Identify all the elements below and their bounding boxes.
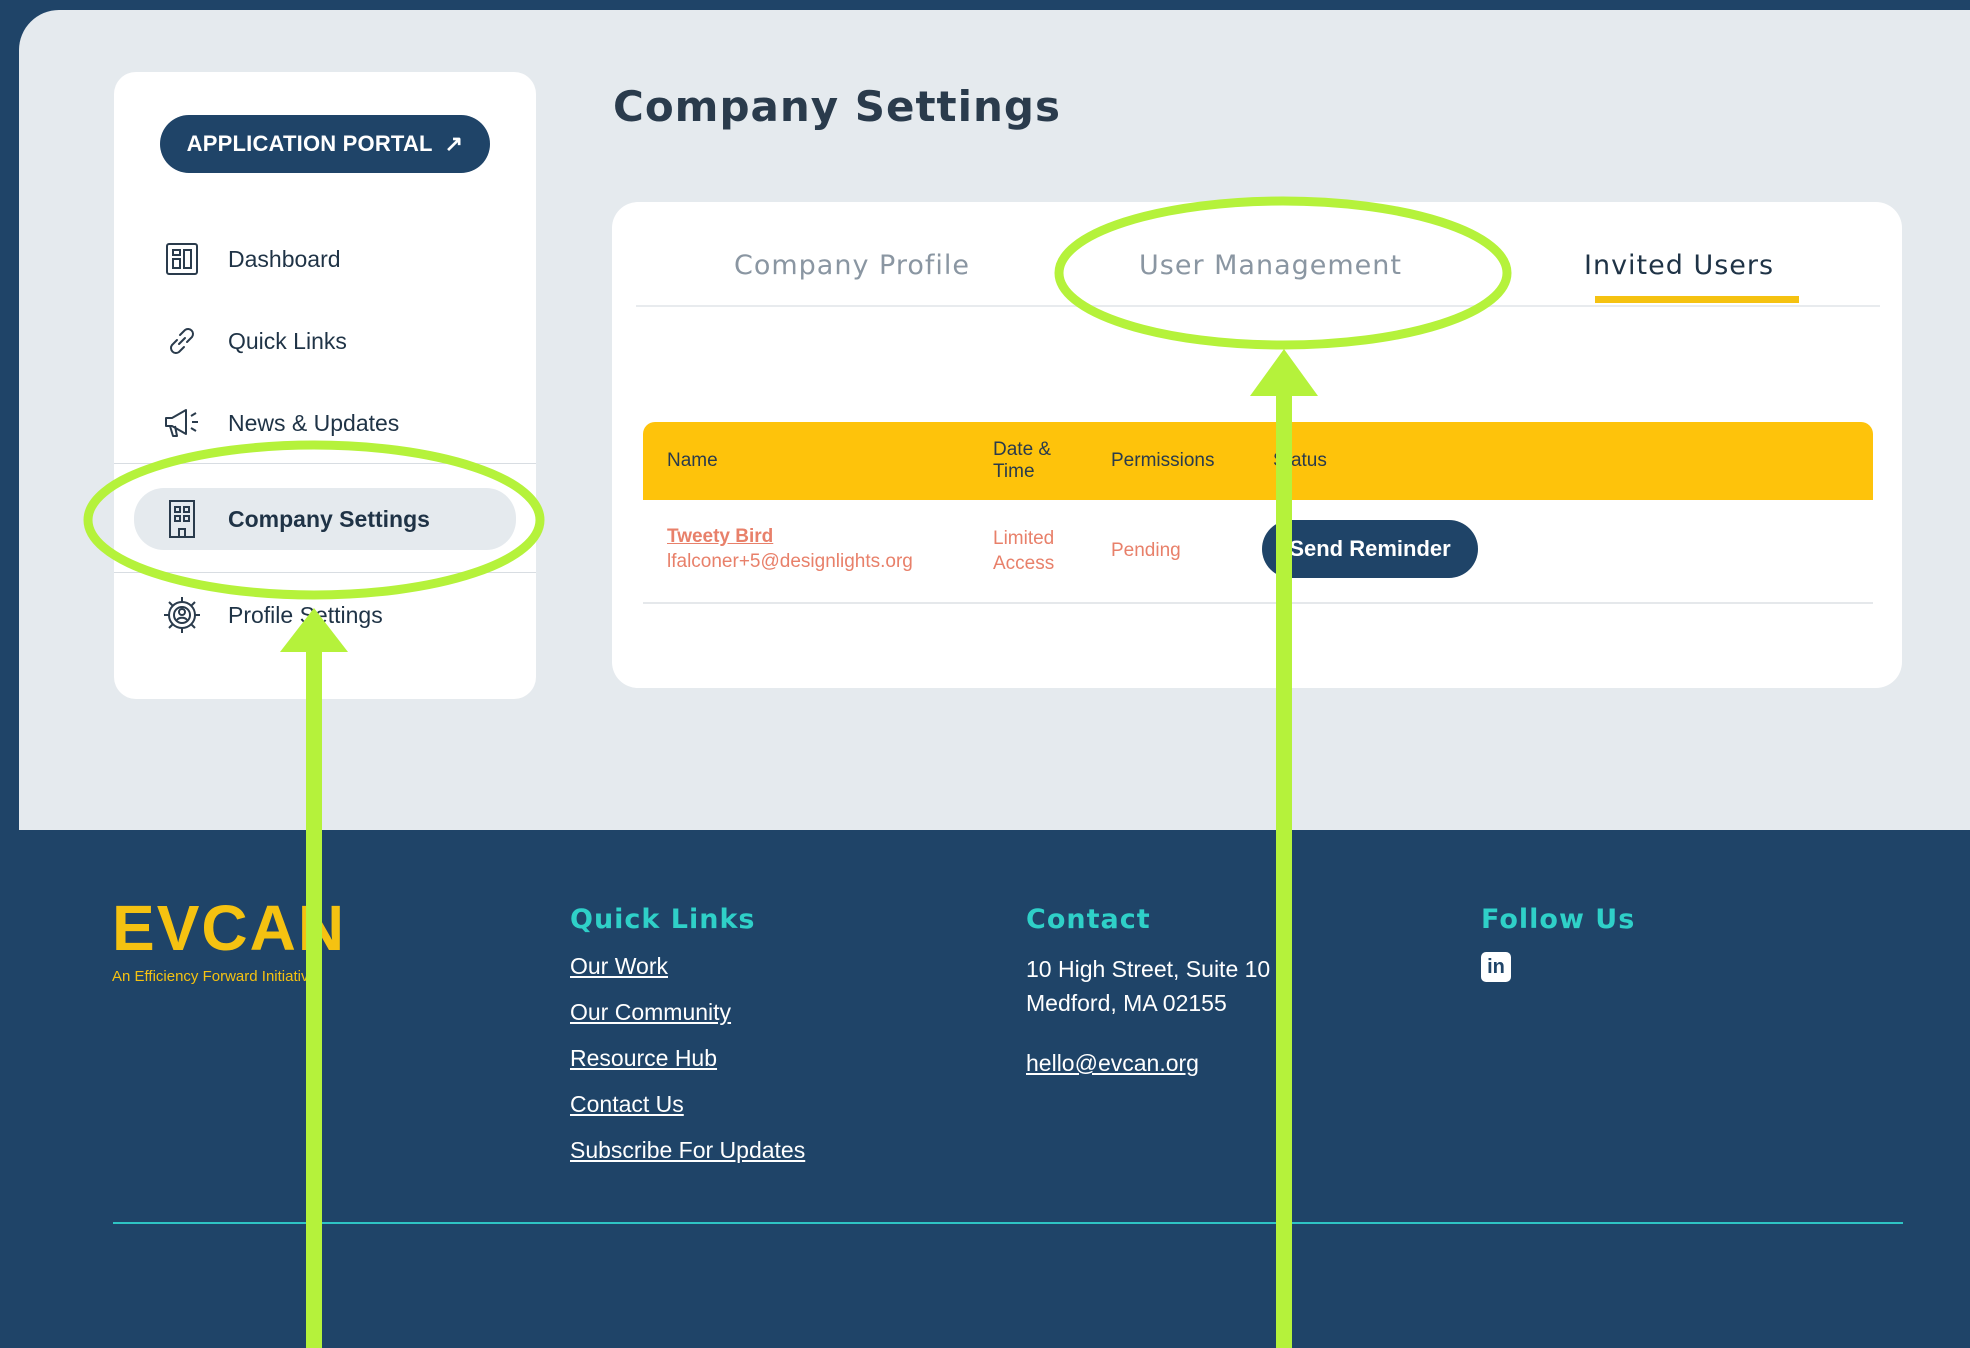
tab-invited-users[interactable]: Invited Users — [1584, 250, 1774, 281]
sidebar-item-label: Profile Settings — [228, 601, 383, 628]
application-portal-button[interactable]: APPLICATION PORTAL ↗ — [160, 115, 490, 173]
footer-link-our-work[interactable]: Our Work — [570, 952, 805, 980]
logo-wordmark: EVCAN — [112, 896, 346, 960]
table-header: Name Date & Time Permissions Status — [643, 422, 1873, 500]
footer-email-link[interactable]: hello@evcan.org — [1026, 1046, 1270, 1080]
footer-contact: 10 High Street, Suite 10 Medford, MA 021… — [1026, 952, 1270, 1080]
sidebar-item-label: Dashboard — [228, 245, 341, 272]
footer-link-our-community[interactable]: Our Community — [570, 998, 805, 1026]
sidebar-item-label: Quick Links — [228, 327, 347, 354]
date-time-line2: Access — [993, 553, 1055, 574]
footer-link-resource-hub[interactable]: Resource Hub — [570, 1044, 805, 1072]
user-email: lfalconer+5@designlights.org — [667, 551, 913, 572]
external-arrow-icon: ↗ — [444, 131, 464, 156]
logo-part2: AN — [249, 892, 347, 964]
sidebar-item-profile-settings[interactable]: Profile Settings — [134, 584, 516, 646]
page-title: Company Settings — [613, 82, 1061, 131]
column-header-time-line: Time — [993, 461, 1035, 482]
sidebar-item-dashboard[interactable]: Dashboard — [134, 228, 516, 290]
column-header-date-time: Date & Time — [993, 422, 1051, 500]
settings-card: Company Profile User Management Invited … — [612, 202, 1902, 688]
table-row: Tweety Bird lfalconer+5@designlights.org… — [643, 500, 1873, 604]
column-header-permissions: Permissions — [1111, 450, 1215, 471]
gear-icon — [162, 595, 202, 635]
logo-tagline: An Efficiency Forward Initiative — [112, 968, 317, 985]
column-header-date-line: Date & — [993, 439, 1052, 460]
tab-bar: Company Profile User Management Invited … — [636, 202, 1880, 307]
linkedin-icon[interactable]: in — [1481, 952, 1511, 982]
address-line1: 10 High Street, Suite 10 — [1026, 956, 1271, 982]
footer-link-contact-us[interactable]: Contact Us — [570, 1090, 805, 1118]
column-header-name: Name — [667, 450, 718, 471]
column-header-status: Status — [1273, 450, 1327, 471]
status-badge: Pending — [1111, 540, 1181, 561]
user-name-link[interactable]: Tweety Bird — [667, 526, 913, 548]
footer-quick-links-heading: Quick Links — [570, 904, 756, 935]
send-reminder-button[interactable]: Send Reminder — [1262, 520, 1478, 578]
sidebar-item-label: News & Updates — [228, 409, 400, 436]
sidebar-item-quick-links[interactable]: Quick Links — [134, 310, 516, 372]
active-tab-indicator — [1595, 296, 1799, 303]
sidebar: APPLICATION PORTAL ↗ Dashboard Quick Lin… — [114, 72, 536, 699]
tab-company-profile[interactable]: Company Profile — [734, 250, 970, 281]
nav-divider — [114, 572, 536, 573]
building-icon — [162, 499, 202, 539]
megaphone-icon — [162, 403, 202, 443]
date-time-cell: Limited Access — [993, 526, 1054, 576]
invited-users-table: Name Date & Time Permissions Status Twee… — [643, 422, 1873, 604]
footer-follow-heading: Follow Us — [1481, 904, 1636, 935]
footer-contact-heading: Contact — [1026, 904, 1151, 935]
evcan-logo[interactable]: EVCAN An Efficiency Forward Initiative — [112, 896, 346, 985]
logo-part1: EVC — [112, 892, 250, 964]
user-cell: Tweety Bird lfalconer+5@designlights.org — [667, 526, 913, 573]
sidebar-item-label: Company Settings — [228, 505, 430, 532]
tab-user-management[interactable]: User Management — [1139, 250, 1402, 281]
sidebar-item-company-settings[interactable]: Company Settings — [134, 488, 516, 550]
footer-quick-links: Our Work Our Community Resource Hub Cont… — [570, 952, 805, 1182]
footer-link-subscribe[interactable]: Subscribe For Updates — [570, 1136, 805, 1164]
sidebar-item-news-updates[interactable]: News & Updates — [134, 392, 516, 454]
link-icon — [162, 321, 202, 361]
portal-button-label: APPLICATION PORTAL — [186, 131, 433, 156]
address-line2: Medford, MA 02155 — [1026, 990, 1227, 1016]
footer-divider — [113, 1222, 1903, 1224]
nav-divider — [114, 463, 536, 464]
date-time-line1: Limited — [993, 528, 1055, 549]
dashboard-icon — [162, 239, 202, 279]
